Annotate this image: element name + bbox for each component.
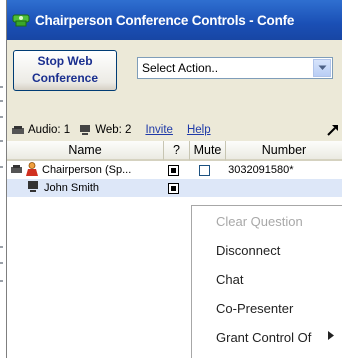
computer-icon <box>27 180 39 196</box>
conference-controls-window: Chairperson Conference Controls - Confe … <box>6 0 342 358</box>
help-link[interactable]: Help <box>187 124 211 136</box>
select-action-dropdown[interactable]: Select Action.. <box>137 57 333 79</box>
phone-icon <box>10 164 23 177</box>
window-title: Chairperson Conference Controls - Confe <box>35 12 295 28</box>
column-header-name[interactable]: Name <box>7 141 164 161</box>
participant-grid-header: Name ? Mute Number <box>7 141 342 161</box>
chevron-down-icon[interactable] <box>313 59 331 77</box>
question-icon[interactable] <box>168 182 180 194</box>
column-header-mute[interactable]: Mute <box>190 141 226 161</box>
participant-row-john-smith[interactable]: John Smith <box>7 179 342 197</box>
grant-control-label: Grant Control Of <box>216 330 312 345</box>
mute-checkbox[interactable] <box>198 164 210 176</box>
column-header-question[interactable]: ? <box>164 141 190 161</box>
stop-web-conference-button[interactable]: Stop Web Conference <box>13 50 117 91</box>
question-cell[interactable] <box>161 164 187 176</box>
audio-count: Audio: 1 <box>28 124 71 136</box>
invite-link[interactable]: Invite <box>145 124 173 136</box>
menu-item-clear-question: Clear Question <box>216 214 303 229</box>
edge-mark <box>0 86 3 88</box>
mute-cell[interactable] <box>187 164 222 176</box>
edge-mark <box>0 166 3 168</box>
menu-item-disconnect[interactable]: Disconnect <box>192 239 342 263</box>
stop-button-label-line1: Stop Web <box>37 54 93 68</box>
conference-icon <box>11 10 31 30</box>
connection-status-row: Audio: 1 Web: 2 Invite Help <box>7 121 342 139</box>
participant-number: 3032091580* <box>228 164 294 176</box>
edge-mark <box>0 116 3 118</box>
question-cell[interactable] <box>161 182 187 194</box>
presenter-icon <box>25 161 39 179</box>
popout-icon[interactable] <box>327 124 339 139</box>
menu-item-co-presenter[interactable]: Co-Presenter <box>192 297 342 321</box>
edge-mark <box>0 280 3 282</box>
participant-name-cell: John Smith <box>7 180 161 196</box>
screenshot-stage: Chairperson Conference Controls - Confe … <box>0 0 342 358</box>
edge-mark <box>0 100 3 102</box>
column-header-number[interactable]: Number <box>226 141 342 161</box>
menu-item-grant-control[interactable]: Grant Control Of <box>192 326 342 350</box>
title-bar[interactable]: Chairperson Conference Controls - Confe <box>7 0 342 40</box>
caret-right-icon <box>328 326 334 350</box>
stop-button-label-line2: Conference <box>31 71 99 85</box>
edge-mark <box>0 262 3 264</box>
toolbar: Stop Web Conference Select Action.. <box>7 40 342 100</box>
menu-item-chat[interactable]: Chat <box>192 268 342 292</box>
phone-icon <box>11 125 25 135</box>
participant-context-menu: Clear Question Disconnect Chat Co-Presen… <box>191 205 342 358</box>
select-action-value: Select Action.. <box>142 61 219 75</box>
participant-name: Chairperson (Sp... <box>42 164 132 176</box>
participant-name: John Smith <box>44 182 100 194</box>
web-count: Web: 2 <box>95 124 132 136</box>
edge-mark <box>0 246 3 248</box>
computer-icon <box>78 125 92 135</box>
question-icon[interactable] <box>168 164 180 176</box>
participant-row-chairperson[interactable]: Chairperson (Sp... 3032091580* <box>7 161 342 179</box>
edge-mark <box>0 140 3 142</box>
participant-name-cell: Chairperson (Sp... <box>7 161 161 179</box>
